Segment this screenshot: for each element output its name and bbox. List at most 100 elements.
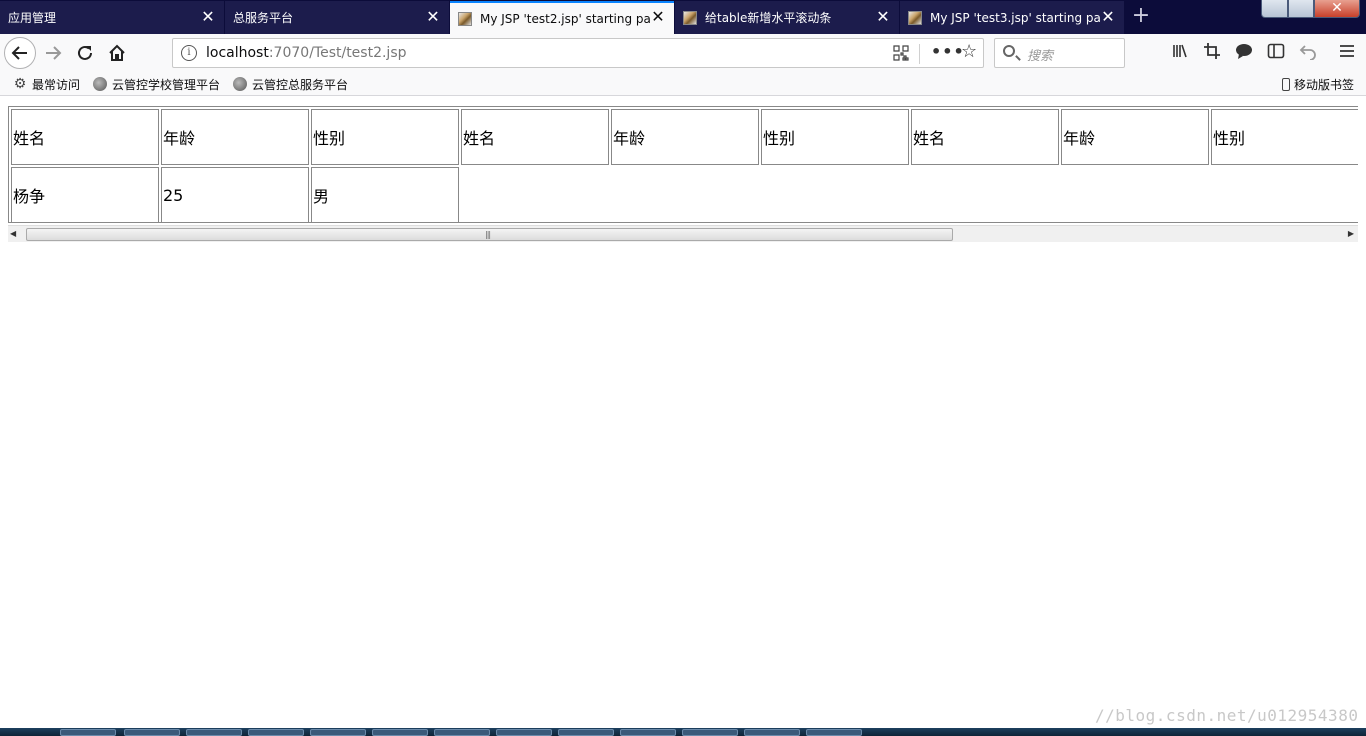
mobile-phone-icon bbox=[1282, 77, 1290, 91]
bookmark-label: 移动版书签 bbox=[1294, 77, 1355, 92]
page-favicon-icon bbox=[908, 10, 922, 25]
close-icon[interactable]: ✕ bbox=[1100, 9, 1116, 25]
taskbar-item[interactable] bbox=[434, 729, 490, 736]
window-close-button[interactable]: ✕ bbox=[1314, 0, 1360, 18]
table-cell: 杨争 bbox=[11, 167, 159, 222]
bookmark-label: 云管控学校管理平台 bbox=[112, 77, 221, 92]
tab-label: My JSP 'test3.jsp' starting pa bbox=[930, 10, 1101, 25]
tab-service-platform[interactable]: 总服务平台 ✕ bbox=[225, 1, 449, 34]
table-cell: 性别 bbox=[761, 109, 909, 165]
reload-button[interactable] bbox=[70, 38, 100, 68]
undo-icon[interactable] bbox=[1298, 42, 1318, 62]
close-icon[interactable]: ✕ bbox=[200, 9, 216, 25]
arrow-right-icon bbox=[46, 46, 62, 60]
page-content: 姓名 年龄 性别 姓名 年龄 性别 姓名 年龄 性别 杨争 25 男 ◀ |||… bbox=[0, 97, 1366, 728]
table-scroll-container[interactable]: 姓名 年龄 性别 姓名 年龄 性别 姓名 年龄 性别 杨争 25 男 bbox=[8, 106, 1358, 223]
table-cell: 年龄 bbox=[1061, 109, 1209, 165]
table-cell: 25 bbox=[161, 167, 309, 222]
back-button[interactable] bbox=[4, 37, 36, 69]
scroll-left-arrow-icon[interactable]: ◀ bbox=[10, 229, 16, 238]
search-icon bbox=[1003, 45, 1015, 57]
taskbar-item[interactable] bbox=[744, 729, 800, 736]
taskbar-item[interactable] bbox=[372, 729, 428, 736]
url-host: localhost bbox=[206, 45, 269, 61]
url-bar[interactable]: i localhost:7070/Test/test2.jsp ••• ☆ bbox=[172, 38, 984, 68]
tab-test3-jsp[interactable]: My JSP 'test3.jsp' starting pa ✕ bbox=[900, 1, 1124, 34]
search-placeholder: 搜索 bbox=[1027, 49, 1054, 64]
close-icon[interactable]: ✕ bbox=[875, 9, 891, 25]
watermark: //blog.csdn.net/u012954380 bbox=[1095, 706, 1359, 725]
os-taskbar bbox=[0, 728, 1366, 736]
table-cell: 姓名 bbox=[911, 109, 1059, 165]
table-cell: 年龄 bbox=[161, 109, 309, 165]
bookmark-label: 云管控总服务平台 bbox=[252, 77, 349, 92]
gear-icon: ⚙ bbox=[13, 76, 27, 92]
navigation-toolbar: i localhost:7070/Test/test2.jsp ••• ☆ 搜索 bbox=[0, 34, 1366, 72]
taskbar-item[interactable] bbox=[60, 729, 116, 736]
forward-button[interactable] bbox=[38, 38, 68, 68]
table-row: 杨争 25 男 bbox=[11, 167, 1358, 222]
url-text[interactable]: localhost:7070/Test/test2.jsp bbox=[206, 45, 407, 61]
data-table: 姓名 年龄 性别 姓名 年龄 性别 姓名 年龄 性别 杨争 25 男 bbox=[8, 106, 1358, 222]
bookmark-most-visited[interactable]: ⚙ 最常访问 bbox=[13, 75, 80, 93]
tab-app-management[interactable]: 应用管理 ✕ bbox=[0, 1, 224, 34]
table-cell: 性别 bbox=[1211, 109, 1358, 165]
new-tab-button[interactable]: + bbox=[1128, 2, 1154, 32]
bookmark-star-icon[interactable]: ☆ bbox=[961, 41, 977, 62]
table-cell: 男 bbox=[311, 167, 459, 222]
qr-code-icon[interactable] bbox=[893, 45, 909, 61]
screenshot-crop-icon[interactable] bbox=[1202, 42, 1222, 62]
tab-table-scrollbar[interactable]: 给table新增水平滚动条 ✕ bbox=[675, 1, 899, 34]
chat-bubble-icon[interactable] bbox=[1234, 42, 1254, 62]
globe-icon bbox=[233, 77, 247, 91]
bookmark-school-platform[interactable]: 云管控学校管理平台 bbox=[93, 75, 220, 93]
close-icon[interactable]: ✕ bbox=[650, 9, 666, 25]
tab-strip: 应用管理 ✕ 总服务平台 ✕ My JSP 'test2.jsp' starti… bbox=[0, 0, 1366, 34]
bookmark-mobile[interactable]: 移动版书签 bbox=[1282, 75, 1354, 93]
table-cell: 姓名 bbox=[11, 109, 159, 165]
home-button[interactable] bbox=[102, 38, 132, 68]
taskbar-item[interactable] bbox=[620, 729, 676, 736]
info-icon[interactable]: i bbox=[181, 45, 197, 61]
page-favicon-icon bbox=[683, 10, 697, 25]
tab-label: 给table新增水平滚动条 bbox=[705, 11, 832, 25]
scrollbar-thumb[interactable]: ||| bbox=[26, 228, 953, 241]
reload-icon bbox=[78, 45, 92, 60]
table-cell: 性别 bbox=[311, 109, 459, 165]
url-divider bbox=[919, 44, 920, 64]
library-icon[interactable] bbox=[1170, 42, 1190, 62]
taskbar-item[interactable] bbox=[124, 729, 180, 736]
bookmark-main-platform[interactable]: 云管控总服务平台 bbox=[233, 75, 348, 93]
taskbar-item[interactable] bbox=[682, 729, 738, 736]
taskbar-item[interactable] bbox=[496, 729, 552, 736]
page-favicon-icon bbox=[458, 11, 472, 26]
taskbar-item[interactable] bbox=[558, 729, 614, 736]
taskbar-item[interactable] bbox=[248, 729, 304, 736]
maximize-button[interactable] bbox=[1288, 0, 1314, 18]
tab-test2-jsp[interactable]: My JSP 'test2.jsp' starting pa ✕ bbox=[450, 1, 674, 34]
tab-label: 应用管理 bbox=[8, 11, 57, 25]
taskbar-item[interactable] bbox=[310, 729, 366, 736]
sidebar-icon[interactable] bbox=[1266, 42, 1286, 62]
horizontal-scrollbar[interactable]: ◀ ||| ▶ bbox=[8, 225, 1358, 242]
page-actions-icon[interactable]: ••• bbox=[931, 42, 965, 61]
globe-icon bbox=[93, 77, 107, 91]
taskbar-item[interactable] bbox=[186, 729, 242, 736]
url-path: :7070/Test/test2.jsp bbox=[268, 45, 407, 61]
tab-label: 总服务平台 bbox=[233, 11, 294, 25]
bookmarks-toolbar: ⚙ 最常访问 云管控学校管理平台 云管控总服务平台 移动版书签 bbox=[0, 72, 1366, 96]
arrow-left-icon bbox=[11, 46, 27, 60]
home-icon bbox=[109, 44, 125, 61]
close-icon[interactable]: ✕ bbox=[425, 9, 441, 25]
grip-icon: ||| bbox=[485, 230, 491, 239]
menu-hamburger-icon[interactable] bbox=[1337, 42, 1357, 62]
table-cell: 姓名 bbox=[461, 109, 609, 165]
table-header-row: 姓名 年龄 性别 姓名 年龄 性别 姓名 年龄 性别 bbox=[11, 109, 1358, 165]
tab-label: My JSP 'test2.jsp' starting pa bbox=[480, 11, 651, 26]
minimize-button[interactable] bbox=[1261, 0, 1288, 18]
search-bar[interactable]: 搜索 bbox=[994, 38, 1125, 68]
taskbar-item[interactable] bbox=[806, 729, 862, 736]
scroll-right-arrow-icon[interactable]: ▶ bbox=[1348, 229, 1354, 238]
table-cell: 年龄 bbox=[611, 109, 759, 165]
bookmark-label: 最常访问 bbox=[32, 77, 81, 92]
